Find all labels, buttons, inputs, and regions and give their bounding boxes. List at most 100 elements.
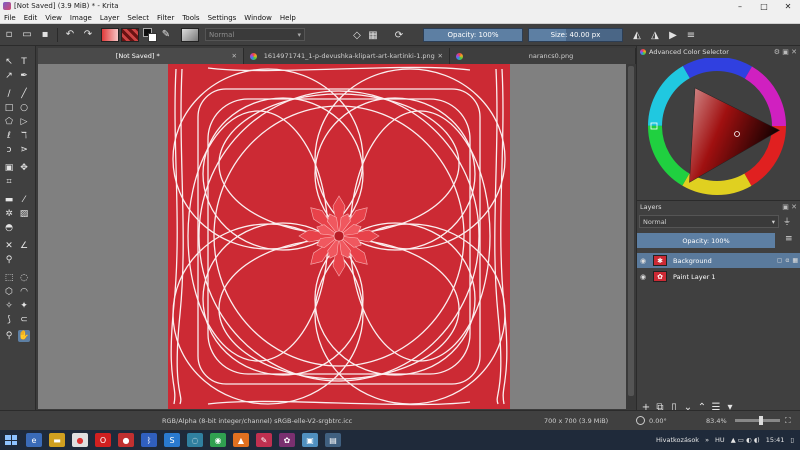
close-button[interactable]: ✕: [776, 2, 800, 11]
visibility-eye-icon[interactable]: ◉: [640, 257, 650, 265]
hamburger-menu-icon[interactable]: ≡: [785, 234, 793, 244]
mirror-horizontal-icon[interactable]: ◭: [630, 28, 644, 42]
canvas[interactable]: [168, 64, 510, 409]
magnetic-selection-tool-icon[interactable]: ⊂: [18, 314, 30, 326]
new-document-icon[interactable]: ▫: [2, 28, 16, 42]
zoom-value[interactable]: 83.4%: [706, 417, 727, 425]
menu-layer[interactable]: Layer: [96, 14, 124, 22]
ellipse-tool-icon[interactable]: ○: [18, 102, 30, 114]
menu-view[interactable]: View: [41, 14, 66, 22]
gradient-tool-icon[interactable]: ▬: [3, 194, 15, 206]
bluetooth-icon[interactable]: ᛒ: [141, 433, 157, 447]
crop-tool-icon[interactable]: ⌗: [3, 176, 15, 188]
minimize-button[interactable]: –: [728, 2, 752, 11]
menu-image[interactable]: Image: [66, 14, 96, 22]
zoom-tool-icon[interactable]: ⚲: [3, 330, 15, 342]
docker-buttons[interactable]: ▣ ✕: [782, 203, 797, 211]
docker-buttons[interactable]: ⚙ ▣ ✕: [774, 48, 797, 56]
color-picker-tool-icon[interactable]: ⁄: [18, 194, 30, 206]
rectangle-tool-icon[interactable]: □: [3, 102, 15, 114]
move-tool-icon[interactable]: ✥: [18, 162, 30, 174]
scrollbar-thumb[interactable]: [628, 66, 634, 396]
freehand-selection-tool-icon[interactable]: ◠: [18, 286, 30, 298]
maximize-button[interactable]: □: [752, 2, 776, 11]
photo-app-icon[interactable]: ▤: [325, 433, 341, 447]
smart-patch-tool-icon[interactable]: ▨: [18, 208, 30, 220]
vertical-scrollbar[interactable]: [626, 64, 636, 409]
pattern-swatch[interactable]: [121, 27, 139, 42]
pan-tool-icon[interactable]: ✋: [18, 330, 30, 342]
image-size-info[interactable]: 700 x 700 (3.9 MiB): [544, 417, 608, 425]
tab-devushka-klipart[interactable]: 1614971741_1-p-devushka-klipart-art-kart…: [244, 48, 450, 64]
assistant-tool-icon[interactable]: ✕: [3, 240, 15, 252]
undo-icon[interactable]: ↶: [63, 28, 77, 42]
close-icon[interactable]: ✕: [232, 52, 237, 60]
redo-icon[interactable]: ↷: [81, 28, 95, 42]
network-app-icon[interactable]: ◌: [187, 433, 203, 447]
fit-to-view-icon[interactable]: ⛶: [785, 416, 791, 426]
layers-blend-mode-select[interactable]: Normal ▾: [639, 215, 779, 228]
save-icon[interactable]: ▪: [38, 28, 52, 42]
layer-flags[interactable]: ▢ α ▦: [777, 257, 798, 264]
visibility-eye-icon[interactable]: ◉: [640, 273, 650, 281]
ie-icon[interactable]: e: [26, 433, 42, 447]
menu-tools[interactable]: Tools: [178, 14, 203, 22]
viber-icon[interactable]: ◉: [210, 433, 226, 447]
alpha-lock-icon[interactable]: ▦: [366, 28, 380, 42]
media-app-icon[interactable]: ●: [118, 433, 134, 447]
rotation-control[interactable]: 0.00°: [636, 416, 667, 425]
menu-filter[interactable]: Filter: [153, 14, 178, 22]
file-explorer-icon[interactable]: ▬: [49, 433, 65, 447]
bezier-selection-tool-icon[interactable]: ⟆: [3, 314, 15, 326]
line-tool-icon[interactable]: ╱: [18, 88, 30, 100]
opera-icon[interactable]: O: [95, 433, 111, 447]
mirror-vertical-icon[interactable]: ◮: [648, 28, 662, 42]
fg-bg-color-swatch[interactable]: [143, 27, 157, 42]
opacity-slider[interactable]: Opacity: 100%: [423, 28, 523, 42]
reload-preset-icon[interactable]: ⟳: [392, 28, 406, 42]
menu-window[interactable]: Window: [240, 14, 276, 22]
wrap-around-icon[interactable]: ▶: [666, 28, 680, 42]
canvas-only-icon[interactable]: ≡: [684, 28, 698, 42]
freehand-path-tool-icon[interactable]: ℸ: [18, 130, 30, 142]
polygonal-selection-tool-icon[interactable]: ⬡: [3, 286, 15, 298]
calligraphy-tool-icon[interactable]: ✒: [18, 70, 30, 82]
clock[interactable]: 15:41: [766, 436, 785, 444]
menu-help[interactable]: Help: [276, 14, 300, 22]
rectangular-selection-tool-icon[interactable]: ⬚: [3, 272, 15, 284]
measure-tool-icon[interactable]: ∠: [18, 240, 30, 252]
polygon-tool-icon[interactable]: ⬠: [3, 116, 15, 128]
transform-tool-icon[interactable]: ▣: [3, 162, 15, 174]
eraser-icon[interactable]: ◇: [350, 28, 364, 42]
menu-edit[interactable]: Edit: [20, 14, 42, 22]
colorize-mask-tool-icon[interactable]: ✲: [3, 208, 15, 220]
menu-select[interactable]: Select: [123, 14, 153, 22]
text-tool-icon[interactable]: T: [18, 56, 30, 68]
select-shapes-tool-icon[interactable]: ↖: [3, 56, 15, 68]
fill-tool-icon[interactable]: ◓: [3, 222, 15, 234]
elliptical-selection-tool-icon[interactable]: ◌: [18, 272, 30, 284]
bezier-tool-icon[interactable]: ℓ: [3, 130, 15, 142]
image-viewer-icon[interactable]: ▣: [302, 433, 318, 447]
similar-color-selection-tool-icon[interactable]: ✦: [18, 300, 30, 312]
blend-mode-select[interactable]: Normal ▾: [205, 28, 305, 41]
open-document-icon[interactable]: ▭: [20, 28, 34, 42]
filter-icon[interactable]: ⏚: [783, 216, 791, 227]
vlc-icon[interactable]: ▲: [233, 433, 249, 447]
reference-images-tool-icon[interactable]: ⚲: [3, 254, 15, 266]
paint-app-icon[interactable]: ✿: [279, 433, 295, 447]
close-icon[interactable]: ✕: [438, 52, 443, 60]
layer-row-paint-layer-1[interactable]: ◉ ✿ Paint Layer 1: [637, 269, 800, 284]
edit-brush-icon[interactable]: ✎: [159, 28, 173, 42]
zoom-slider-knob[interactable]: [759, 416, 763, 425]
skype-icon[interactable]: S: [164, 433, 180, 447]
freehand-brush-tool-icon[interactable]: ∕: [3, 88, 15, 100]
layer-row-background[interactable]: ◉ ✱ Background ▢ α ▦: [637, 253, 800, 268]
language-indicator[interactable]: HU: [715, 436, 725, 444]
layers-opacity-slider[interactable]: Opacity: 100%: [637, 233, 775, 248]
brush-preset-icon[interactable]: [181, 27, 199, 42]
edit-shapes-tool-icon[interactable]: ↗: [3, 70, 15, 82]
polyline-tool-icon[interactable]: ▷: [18, 116, 30, 128]
canvas-area[interactable]: [38, 64, 636, 409]
menu-settings[interactable]: Settings: [204, 14, 241, 22]
